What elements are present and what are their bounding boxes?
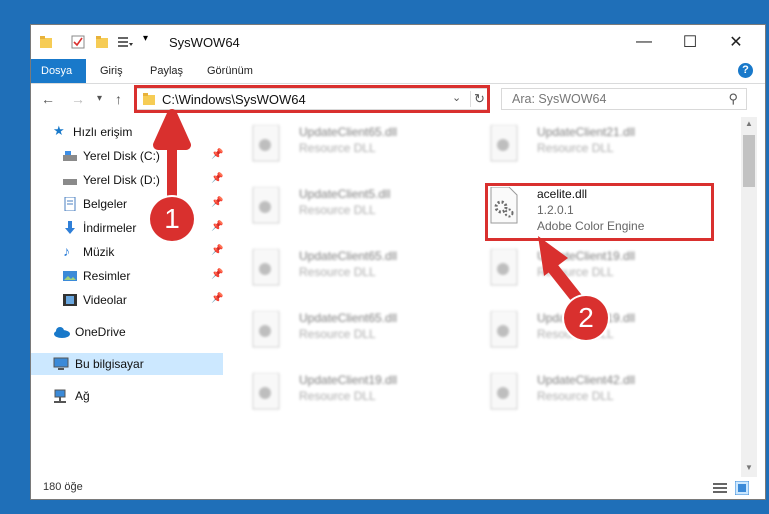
step-1-badge: 1	[150, 197, 194, 241]
arrow-1	[153, 109, 191, 205]
step-2-badge: 2	[564, 296, 608, 340]
annotation-arrows	[153, 109, 591, 314]
